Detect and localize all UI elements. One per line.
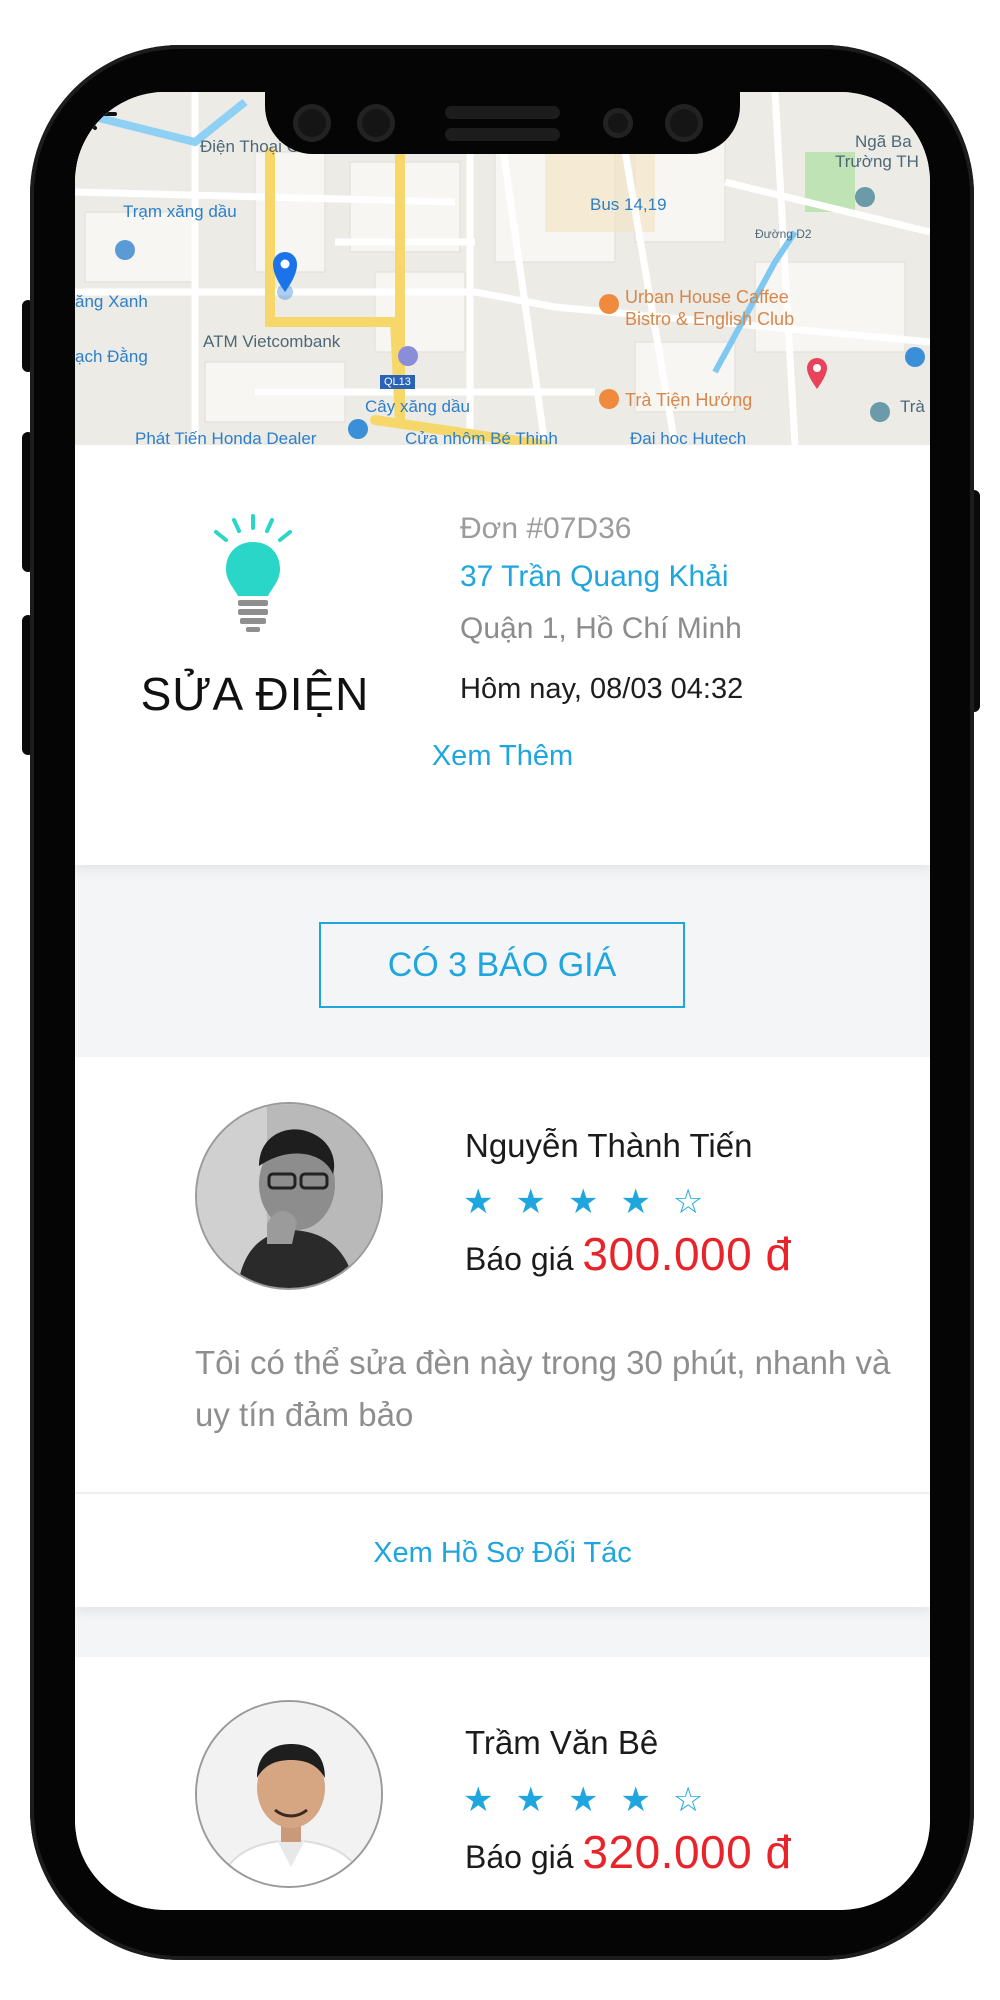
map-label: Đại học Hutech bbox=[630, 429, 747, 445]
map-label: Bus 14,19 bbox=[590, 195, 667, 214]
partner-name: Trầm Văn Bê bbox=[465, 1724, 659, 1761]
map-label: ăng Xanh bbox=[75, 292, 148, 311]
price-row: Báo giá 320.000 đ bbox=[465, 1825, 792, 1879]
map-label: Ngã Ba bbox=[855, 132, 912, 151]
order-id: Đơn #07D36 bbox=[460, 512, 632, 545]
partner-name: Nguyễn Thành Tiến bbox=[465, 1127, 753, 1164]
rating-stars: ★★★★☆ bbox=[463, 1183, 726, 1221]
map-label: Trà bbox=[900, 397, 925, 416]
view-partner-profile-link[interactable]: Xem Hồ Sơ Đối Tác bbox=[75, 1537, 930, 1570]
map-label: Trạm xăng dầu bbox=[123, 202, 237, 221]
service-title: SỬA ĐIỆN bbox=[140, 668, 370, 720]
map-label: Cửa nhôm Bé Thịnh bbox=[405, 429, 558, 445]
price-label: Báo giá bbox=[465, 1241, 574, 1277]
partner-message: Tôi có thể sửa đèn này trong 30 phút, nh… bbox=[195, 1344, 891, 1433]
app-screen: Điện Thoại Giá Vĩnh Trạm xăng dầu ăng Xa… bbox=[75, 92, 930, 1910]
address-district: Quận 1, Hồ Chí Minh bbox=[460, 612, 742, 645]
lightbulb-icon bbox=[214, 514, 292, 632]
map-label: ạch Đằng bbox=[75, 347, 148, 366]
address-street[interactable]: 37 Trần Quang Khải bbox=[460, 560, 729, 594]
map-label: Đường D2 bbox=[755, 227, 812, 241]
map-label: Bistro & English Club bbox=[625, 309, 795, 329]
price-value: 300.000 đ bbox=[582, 1228, 792, 1280]
order-card bbox=[75, 445, 930, 865]
order-time: Hôm nay, 08/03 04:32 bbox=[460, 673, 744, 705]
price-label: Báo giá bbox=[465, 1839, 574, 1875]
price-row: Báo giá 300.000 đ bbox=[465, 1227, 792, 1281]
avatar[interactable] bbox=[195, 1700, 383, 1888]
map-label: ATM Vietcombank bbox=[203, 332, 341, 351]
back-arrow-icon[interactable] bbox=[75, 92, 119, 136]
price-value: 320.000 đ bbox=[582, 1826, 792, 1878]
map-label: Urban House Caffee bbox=[625, 287, 789, 307]
divider bbox=[75, 1492, 930, 1494]
see-more-link[interactable]: Xem Thêm bbox=[75, 740, 930, 773]
map-label: Cây xăng dầu bbox=[365, 397, 470, 416]
phone-notch bbox=[265, 92, 740, 154]
map-label: Trường TH bbox=[835, 152, 919, 171]
avatar[interactable] bbox=[195, 1102, 383, 1290]
quotes-count-button[interactable]: CÓ 3 BÁO GIÁ bbox=[319, 922, 685, 1008]
map-label: Phát Tiến Honda Dealer bbox=[135, 429, 317, 445]
map-label: QL13 bbox=[380, 375, 415, 389]
map-label: Trà Tiện Hướng bbox=[625, 390, 753, 410]
rating-stars: ★★★★☆ bbox=[463, 1781, 726, 1819]
